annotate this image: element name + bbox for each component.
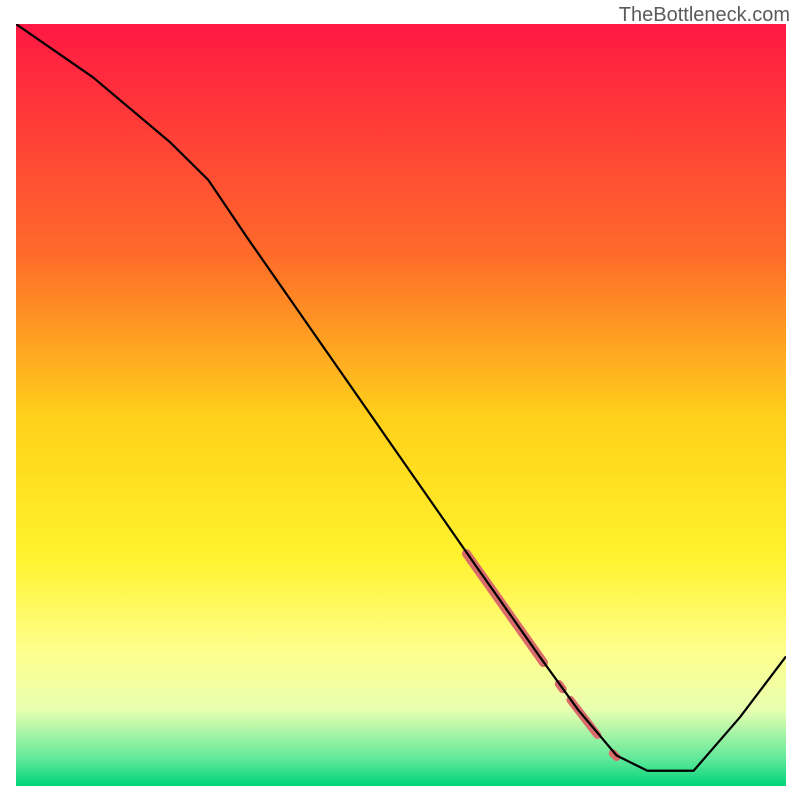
bottleneck-chart <box>0 0 800 800</box>
chart-container: TheBottleneck.com <box>0 0 800 800</box>
watermark-text: TheBottleneck.com <box>619 4 790 27</box>
gradient-background <box>16 24 786 786</box>
